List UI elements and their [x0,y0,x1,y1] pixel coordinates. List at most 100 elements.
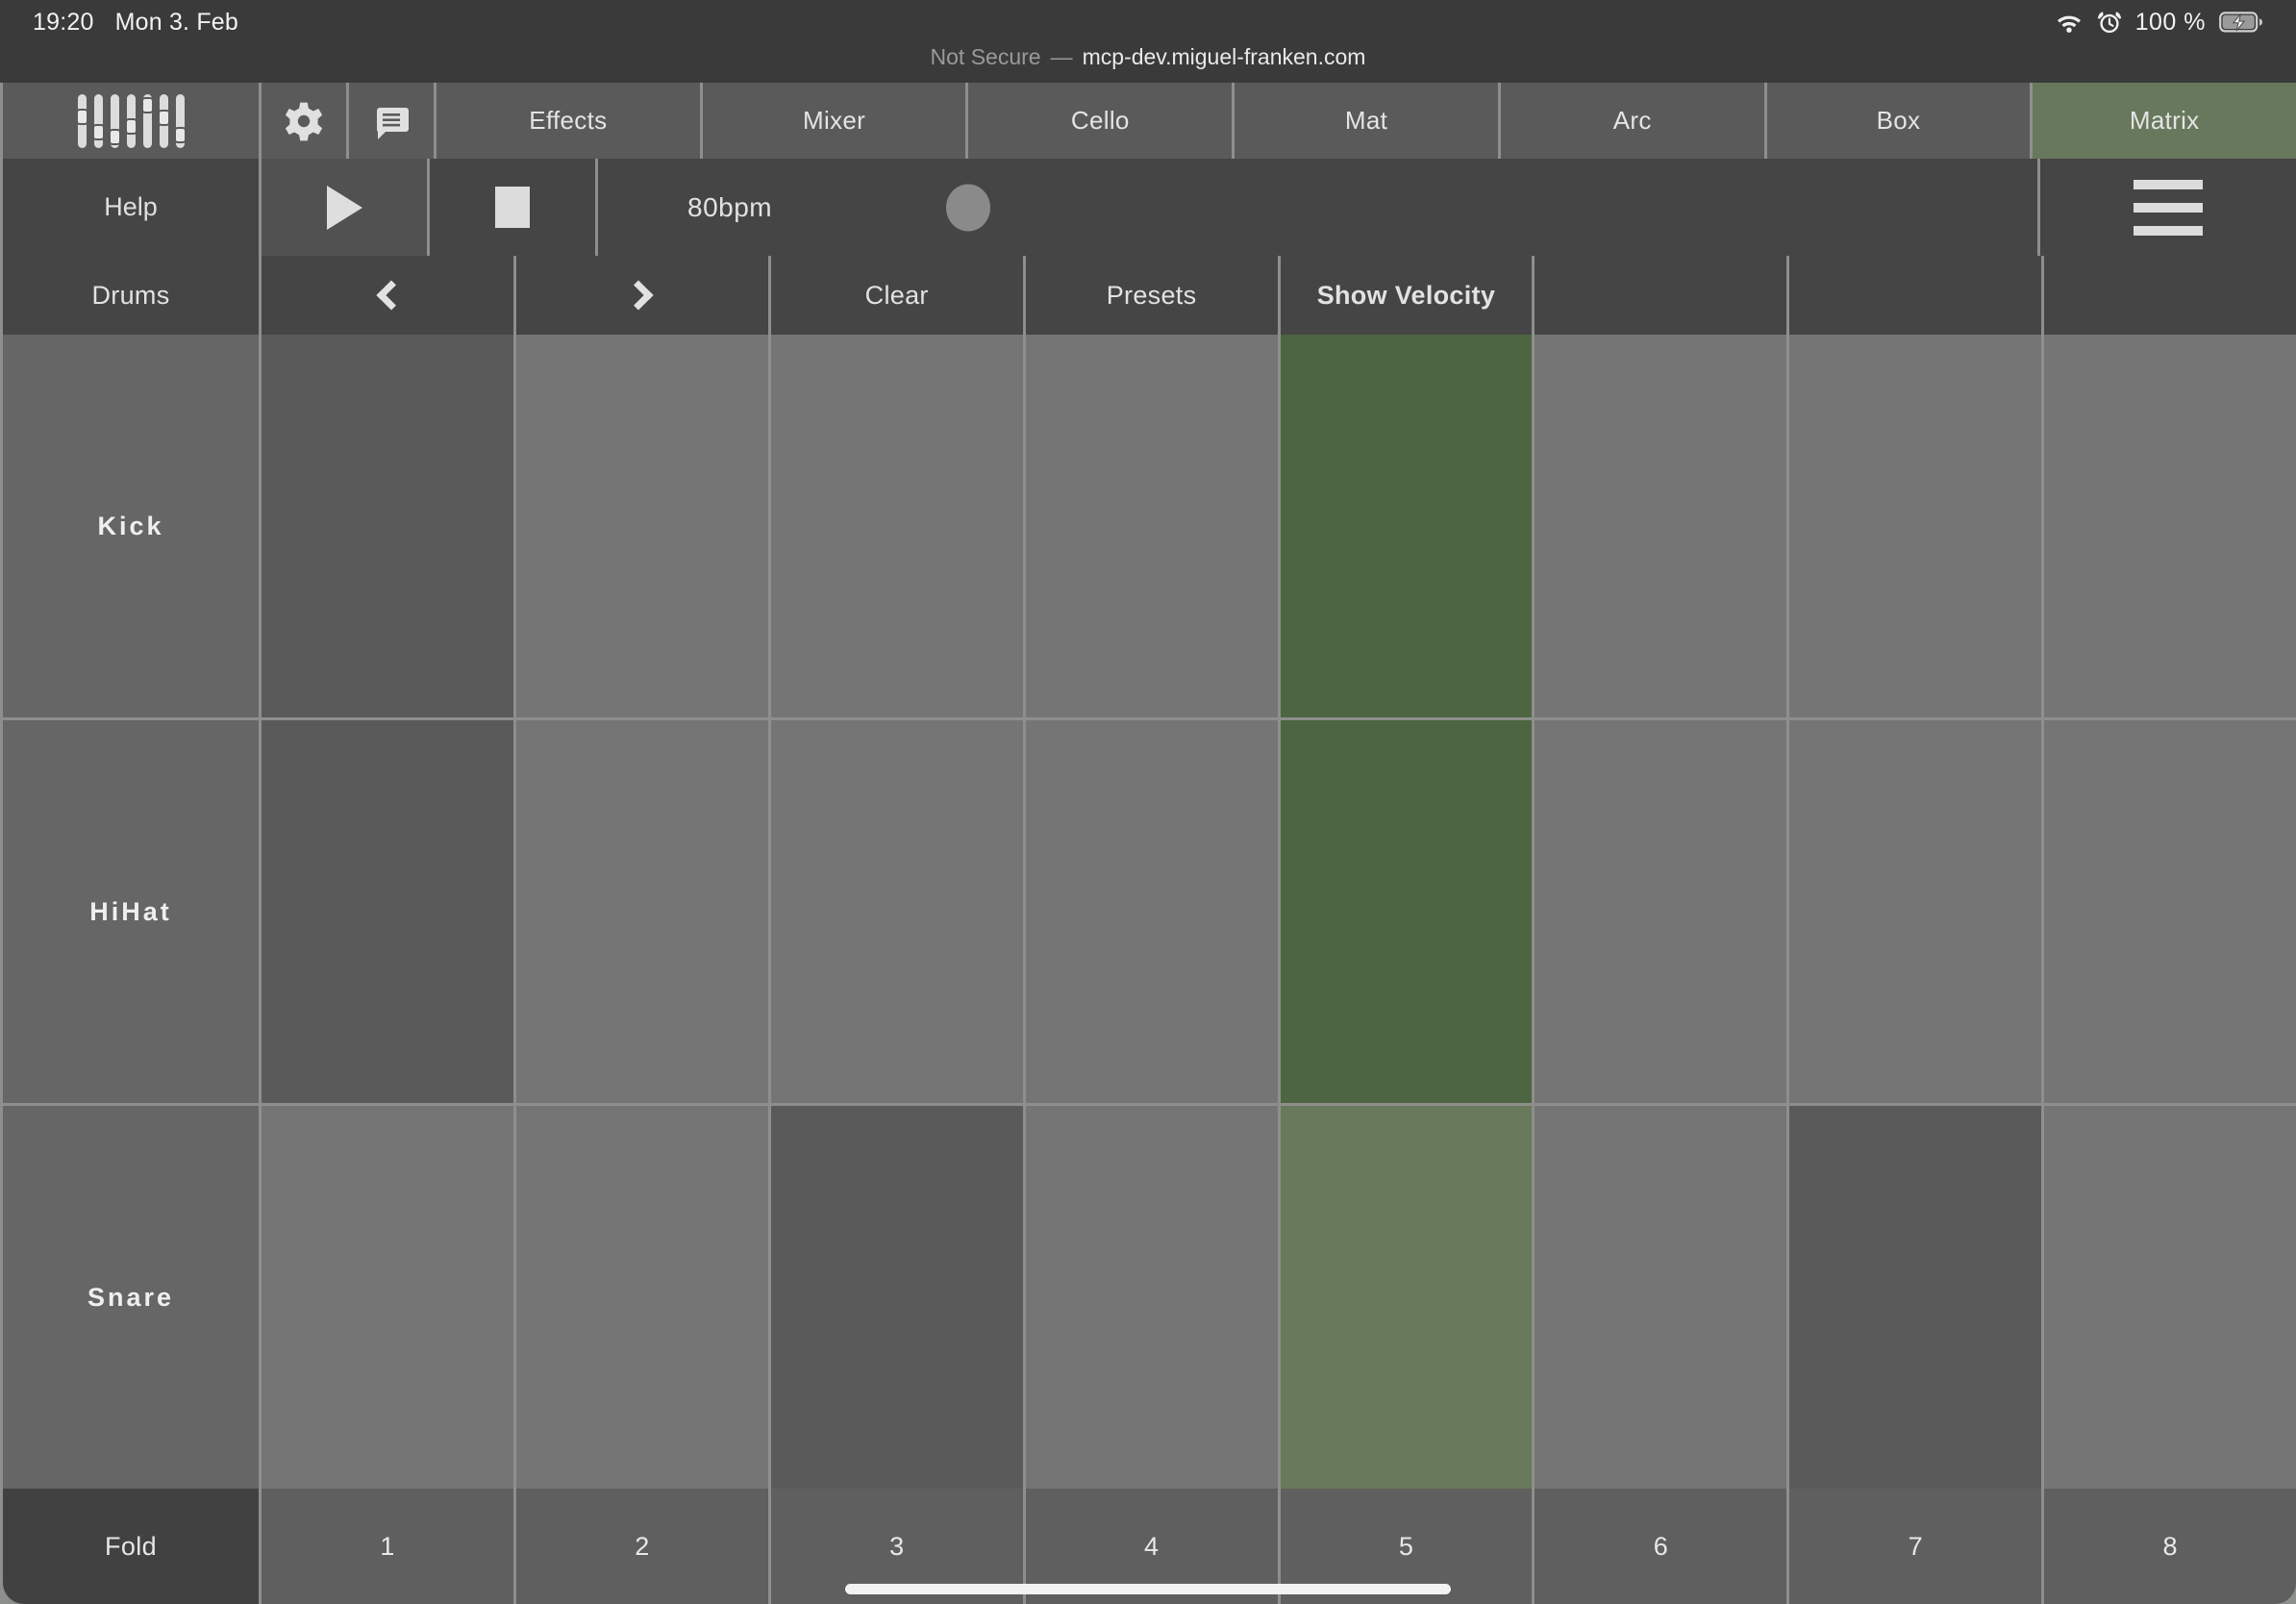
step-cell-hihat-2[interactable] [515,720,768,1103]
tab-effects[interactable]: Effects [437,83,700,159]
status-time: 19:20 [33,8,94,36]
step-cell-kick-6[interactable] [1535,335,1787,717]
hamburger-menu-icon [2134,179,2203,236]
messages-button[interactable] [349,83,434,159]
step-cell-hihat-6[interactable] [1535,720,1787,1103]
tab-matrix[interactable]: Matrix [2033,83,2296,159]
home-indicator[interactable] [845,1584,1451,1594]
step-cell-snare-3[interactable] [770,1106,1023,1489]
step-cell-kick-3[interactable] [770,335,1023,717]
fold-label: Fold [104,1531,158,1561]
tab-box[interactable]: Box [1766,83,2031,159]
chat-bubble-icon [370,100,412,142]
url-separator: — [1050,44,1073,69]
step-label: 4 [1144,1531,1160,1561]
step-cell-hihat-1[interactable] [262,720,513,1103]
step-number-6[interactable]: 6 [1535,1489,1787,1604]
instrument-label[interactable]: Drums [3,256,259,335]
step-cell-snare-4[interactable] [1025,1106,1278,1489]
step-label: 8 [2162,1531,2178,1561]
step-number-2[interactable]: 2 [515,1489,768,1604]
status-date: Mon 3. Feb [114,8,239,36]
play-button[interactable] [262,159,427,256]
matrix-row-label-hihat[interactable]: HiHat [3,720,259,1103]
step-cell-hihat-5[interactable] [1280,720,1533,1103]
matrix-row-label-kick[interactable]: Kick [3,335,259,717]
step-sequencer-grid: Kick HiHat Snare [0,335,2296,1489]
tab-label: Arc [1612,106,1652,135]
matrix-row: Kick [3,335,2296,717]
step-cell-kick-4[interactable] [1025,335,1278,717]
step-cell-snare-5[interactable] [1280,1106,1533,1489]
app-nav-bar: Effects Mixer Cello Mat Arc Box Matrix [0,83,2296,159]
fold-button[interactable]: Fold [3,1489,259,1604]
tab-label: Mixer [803,106,866,135]
tab-label: Cello [1070,106,1130,135]
step-cell-kick-1[interactable] [262,335,513,717]
show-velocity-label: Show Velocity [1316,280,1496,310]
step-number-8[interactable]: 8 [2044,1489,2296,1604]
sequencer-toolbar: Drums Clear Presets Show Velocity [0,256,2296,335]
step-cell-kick-5[interactable] [1280,335,1533,717]
matrix-row-label-snare[interactable]: Snare [3,1106,259,1489]
tab-mat[interactable]: Mat [1235,83,1498,159]
next-pattern-button[interactable] [515,256,768,335]
step-cell-snare-8[interactable] [2044,1106,2296,1489]
alarm-clock-icon [2097,10,2122,35]
tab-label: Effects [529,106,608,135]
step-cell-kick-7[interactable] [1789,335,2042,717]
tab-arc[interactable]: Arc [1500,83,1764,159]
stop-button[interactable] [430,159,595,256]
menu-button[interactable] [2040,159,2296,256]
tempo-slider[interactable]: 80bpm [598,159,2037,256]
toolbar-empty-cell[interactable] [1535,256,1787,335]
stop-icon [495,187,530,228]
toolbar-empty-cell[interactable] [2044,256,2296,335]
tempo-knob[interactable] [946,184,990,231]
presets-button[interactable]: Presets [1025,256,1278,335]
tab-mixer[interactable]: Mixer [702,83,966,159]
step-cell-hihat-8[interactable] [2044,720,2296,1103]
settings-button[interactable] [262,83,346,159]
tab-label: Box [1876,106,1921,135]
wifi-icon [2055,11,2084,34]
faders-logo-icon [75,93,187,148]
chevron-right-icon [623,280,654,311]
step-number-7[interactable]: 7 [1789,1489,2042,1604]
step-cell-hihat-7[interactable] [1789,720,2042,1103]
instrument-name: Drums [91,280,170,310]
step-label: 1 [380,1531,395,1561]
step-number-1[interactable]: 1 [262,1489,513,1604]
help-label: Help [104,192,158,221]
toolbar-empty-cell[interactable] [1789,256,2042,335]
step-label: 3 [889,1531,905,1561]
step-cell-snare-6[interactable] [1535,1106,1787,1489]
app-logo-button[interactable] [3,83,259,159]
step-cell-kick-8[interactable] [2044,335,2296,717]
tab-label: Mat [1344,106,1388,135]
url-host: mcp-dev.miguel-franken.com [1082,44,1366,69]
step-cell-hihat-4[interactable] [1025,720,1278,1103]
step-cell-kick-2[interactable] [515,335,768,717]
step-cell-snare-1[interactable] [262,1106,513,1489]
presets-label: Presets [1106,280,1197,310]
tab-cello[interactable]: Cello [968,83,1233,159]
step-cell-snare-2[interactable] [515,1106,768,1489]
matrix-row: HiHat [3,720,2296,1103]
tab-label: Matrix [2129,106,2200,135]
ipad-screen: 19:20 Mon 3. Feb 100 % Not Secure — mcp-… [0,0,2296,1604]
help-button[interactable]: Help [3,159,259,256]
step-label: 6 [1653,1531,1668,1561]
step-cell-hihat-3[interactable] [770,720,1023,1103]
status-bar-right: 100 % [2055,9,2263,37]
battery-charging-icon [2219,11,2263,34]
gear-icon [283,100,325,142]
browser-url-bar[interactable]: Not Secure — mcp-dev.miguel-franken.com [0,44,2296,83]
step-label: 7 [1908,1531,1923,1561]
prev-pattern-button[interactable] [262,256,513,335]
show-velocity-button[interactable]: Show Velocity [1280,256,1533,335]
clear-button[interactable]: Clear [770,256,1023,335]
transport-bar: Help 80bpm [0,159,2296,256]
play-icon [326,185,362,230]
step-cell-snare-7[interactable] [1789,1106,2042,1489]
